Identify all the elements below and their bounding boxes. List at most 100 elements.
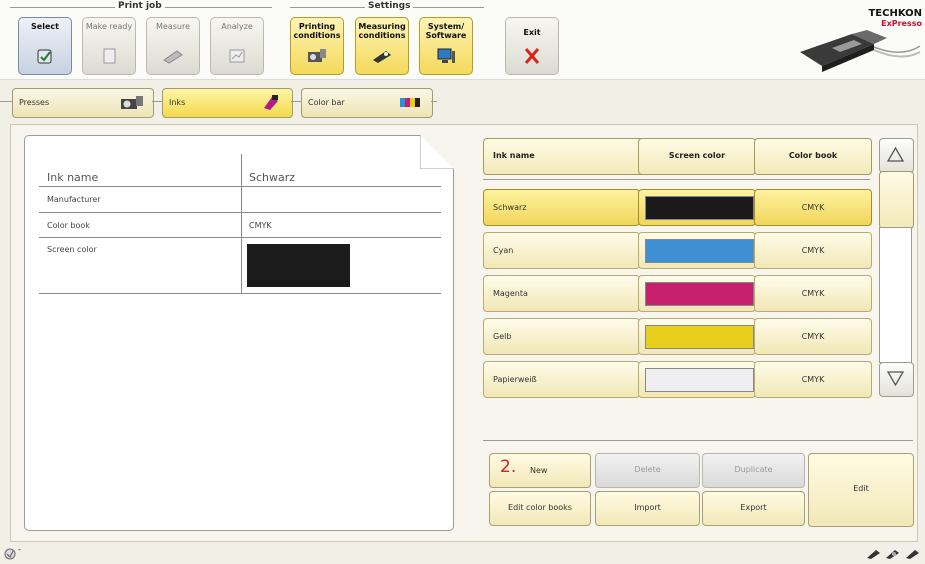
system-software-button[interactable]: System/ Software	[419, 17, 473, 75]
press-icon	[307, 48, 327, 64]
folded-corner	[420, 135, 454, 169]
header-screen-color[interactable]: Screen color	[638, 138, 756, 175]
status-bar: -	[0, 543, 925, 560]
edit-color-books-button[interactable]: Edit color books	[489, 491, 591, 526]
header-ink-name[interactable]: Ink name	[483, 138, 649, 175]
tab-presses[interactable]: Presses	[12, 88, 154, 118]
duplicate-button[interactable]: Duplicate	[702, 453, 805, 488]
color-swatch	[645, 368, 754, 392]
header-color-book[interactable]: Color book	[754, 138, 872, 175]
header-screen-color-label: Screen color	[668, 151, 726, 160]
status-icon	[4, 545, 16, 564]
ink-bottle-icon	[258, 94, 284, 110]
color-book-text: CMYK	[801, 289, 825, 298]
color-book-cell: CMYK	[754, 361, 872, 398]
edit-label: Edit	[853, 484, 869, 493]
analyze-label: Analyze	[221, 22, 253, 31]
screen-color-cell	[638, 189, 756, 226]
color-swatch	[645, 239, 754, 263]
analyze-chart-icon	[227, 48, 247, 64]
tab-line	[431, 101, 437, 102]
tab-color-bar[interactable]: Color bar	[301, 88, 433, 118]
new-button[interactable]: 2. New	[489, 453, 591, 488]
measuring-device-icon	[163, 48, 183, 64]
ink-row[interactable]: Magenta CMYK	[483, 275, 872, 312]
ink-row[interactable]: Cyan CMYK	[483, 232, 872, 269]
delete-label: Delete	[634, 465, 661, 474]
color-swatch	[645, 282, 754, 306]
step-number: 2.	[500, 457, 517, 477]
color-bar-icon	[398, 94, 424, 110]
tab-line	[152, 101, 162, 102]
print-job-group-title: Print job	[115, 1, 165, 11]
duplicate-label: Duplicate	[734, 465, 773, 474]
tab-color-bar-label: Color bar	[308, 98, 345, 107]
manufacturer-label: Manufacturer	[47, 195, 101, 204]
analyze-button[interactable]: Analyze	[210, 17, 264, 75]
select-label: Select	[31, 22, 59, 31]
scrollbar-track[interactable]	[879, 227, 912, 363]
color-book-cell: CMYK	[754, 275, 872, 312]
ink-name-text: Gelb	[493, 332, 512, 341]
tab-line	[0, 101, 12, 102]
status-text: -	[18, 545, 21, 554]
delete-button[interactable]: Delete	[595, 453, 700, 488]
ink-name-text: Magenta	[493, 289, 528, 298]
ink-name-cell: Cyan	[483, 232, 640, 269]
color-book-cell: CMYK	[754, 318, 872, 355]
triangle-up-icon	[886, 146, 905, 162]
screen-color-label: Screen color	[47, 245, 97, 254]
ink-row[interactable]: Papierweiß CMYK	[483, 361, 872, 398]
actions-separator	[483, 440, 913, 441]
settings-group-title: Settings	[365, 1, 414, 11]
scrollbar-thumb[interactable]	[879, 171, 914, 229]
export-label: Export	[740, 503, 767, 512]
screen-color-cell	[638, 361, 756, 398]
ink-name-label: Ink name	[47, 171, 99, 184]
row-separator	[39, 293, 441, 294]
import-button[interactable]: Import	[595, 491, 700, 526]
header-ink-name-label: Ink name	[493, 151, 535, 160]
ink-row[interactable]: Schwarz CMYK	[483, 189, 872, 226]
device-status-icons	[866, 545, 922, 564]
edit-button[interactable]: Edit	[808, 453, 914, 527]
exit-button[interactable]: Exit	[505, 17, 559, 75]
color-swatch	[645, 196, 754, 220]
tab-inks[interactable]: Inks	[162, 88, 293, 118]
logo-brand: TECHKON	[868, 8, 922, 19]
color-swatch	[645, 325, 754, 349]
header-color-book-label: Color book	[788, 151, 838, 160]
measure-button[interactable]: Measure	[146, 17, 200, 75]
color-book-text: CMYK	[801, 246, 825, 255]
ink-name-cell: Schwarz	[483, 189, 640, 226]
make-ready-button[interactable]: Make ready	[82, 17, 136, 75]
tab-line	[291, 101, 301, 102]
scroll-up-button[interactable]	[879, 138, 914, 173]
measure-label: Measure	[156, 22, 190, 31]
scroll-down-button[interactable]	[879, 362, 914, 397]
ink-name-cell: Magenta	[483, 275, 640, 312]
color-book-value: CMYK	[249, 221, 272, 230]
press-icon	[119, 94, 145, 110]
color-book-text: CMYK	[801, 332, 825, 341]
measuring-device-icon	[372, 48, 392, 64]
color-book-text: CMYK	[801, 203, 825, 212]
make-ready-label: Make ready	[85, 22, 133, 31]
printing-conditions-button[interactable]: Printing conditions	[290, 17, 344, 75]
screen-color-swatch	[247, 244, 350, 287]
ink-name-text: Schwarz	[493, 203, 527, 212]
printing-conditions-label: Printing conditions	[293, 22, 341, 40]
measuring-conditions-button[interactable]: Measuring conditions	[355, 17, 409, 75]
measuring-conditions-label: Measuring conditions	[358, 22, 406, 40]
ink-row[interactable]: Gelb CMYK	[483, 318, 872, 355]
ink-name-value: Schwarz	[249, 171, 296, 184]
select-button[interactable]: Select	[18, 17, 72, 75]
screen-color-cell	[638, 232, 756, 269]
device-illustration	[792, 22, 922, 74]
triangle-down-icon	[886, 371, 905, 387]
edit-color-books-label: Edit color books	[508, 503, 572, 512]
import-label: Import	[634, 503, 661, 512]
export-button[interactable]: Export	[702, 491, 805, 526]
ink-detail-card: Ink name Schwarz Manufacturer Color book…	[24, 135, 454, 531]
color-book-cell: CMYK	[754, 232, 872, 269]
